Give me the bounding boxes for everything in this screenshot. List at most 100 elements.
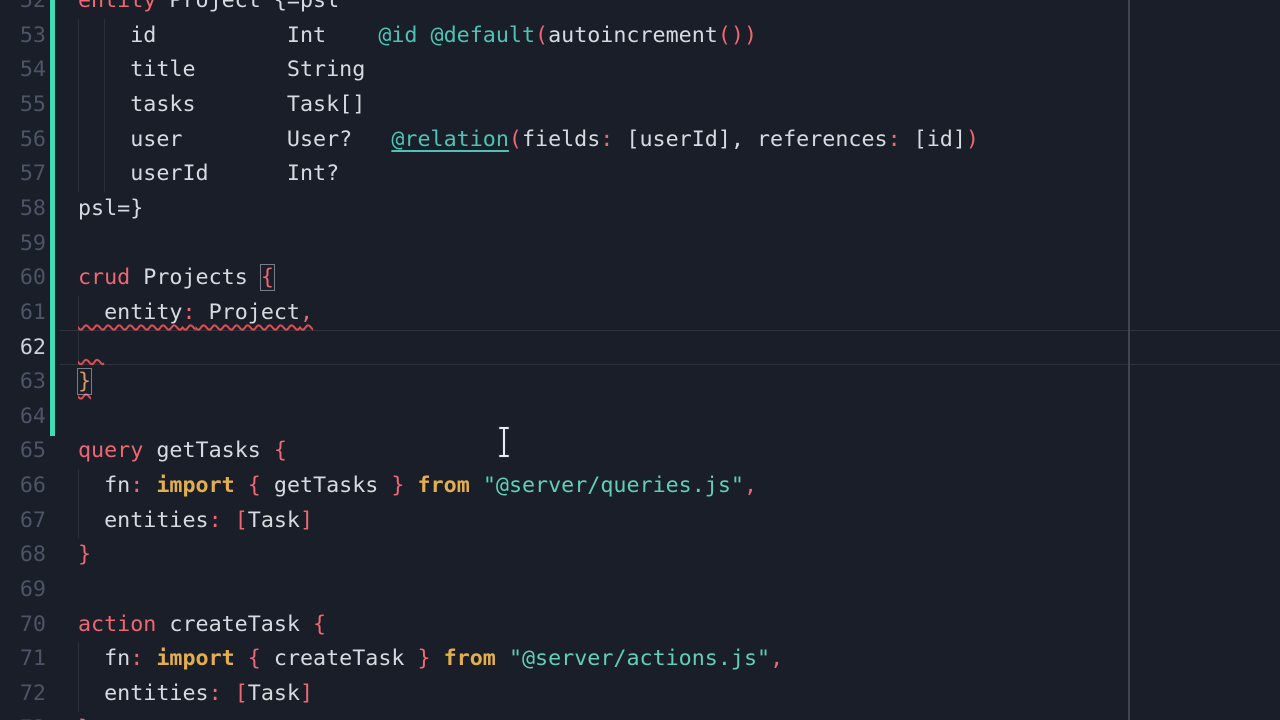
code-line[interactable]: 61 entity: Project, (0, 296, 1280, 331)
code-line[interactable]: 67 entities: [Task] (0, 504, 1280, 539)
token: : (888, 127, 901, 152)
token: from (418, 473, 470, 498)
token: getTasks (143, 438, 274, 463)
code-line[interactable]: 73} (0, 712, 1280, 720)
token: Project {=psl (156, 0, 339, 13)
token: autoincrement (548, 23, 718, 48)
code-text: query getTasks { (78, 434, 287, 469)
line-number[interactable]: 55 (0, 88, 46, 123)
code-line[interactable]: 52 entity Project {=psl (0, 0, 1280, 19)
token (496, 646, 509, 671)
code-line[interactable]: 71 fn: import { createTask } from "@serv… (0, 642, 1280, 677)
token: { (261, 265, 274, 290)
code-line[interactable]: 72 entities: [Task] (0, 677, 1280, 712)
token: entity (78, 0, 156, 13)
line-number[interactable]: 64 (0, 400, 46, 435)
token: entity (78, 300, 182, 325)
token: "@server/actions.js" (509, 646, 770, 671)
token: import (156, 646, 234, 671)
code-line[interactable]: 68} (0, 538, 1280, 573)
token: entities (78, 508, 209, 533)
token: : (209, 508, 222, 533)
token: action (78, 612, 156, 637)
code-text: entities: [Task] (78, 504, 313, 539)
token (222, 681, 235, 706)
line-number[interactable]: 60 (0, 261, 46, 296)
line-number[interactable]: 53 (0, 19, 46, 54)
code-text: } (78, 712, 91, 720)
line-number[interactable]: 72 (0, 677, 46, 712)
line-number[interactable]: 67 (0, 504, 46, 539)
line-number[interactable]: 73 (0, 712, 46, 720)
line-number[interactable]: 52 (0, 0, 46, 19)
token: ] (300, 508, 313, 533)
line-number[interactable]: 54 (0, 53, 46, 88)
token: @default (431, 23, 535, 48)
code-line[interactable]: 70action createTask { (0, 608, 1280, 643)
code-line[interactable]: 64 (0, 400, 1280, 435)
token (235, 646, 248, 671)
line-number[interactable]: 61 (0, 296, 46, 331)
code-text: entity: Project, (78, 296, 313, 331)
token: query (78, 438, 143, 463)
code-text: fn: import { createTask } from "@server/… (78, 642, 783, 677)
token: [ (235, 508, 248, 533)
code-line[interactable]: 53 id Int @id @default(autoincrement()) (0, 19, 1280, 54)
line-number[interactable]: 58 (0, 192, 46, 227)
token: crud (78, 265, 130, 290)
line-number[interactable]: 57 (0, 157, 46, 192)
line-number[interactable]: 62 (0, 331, 46, 366)
token: : (600, 127, 613, 152)
code-text: } (78, 538, 91, 573)
code-line[interactable]: 59 (0, 227, 1280, 262)
code-line[interactable]: 60 crud Projects { (0, 261, 1280, 296)
token: [ (235, 681, 248, 706)
token: { (313, 612, 326, 637)
line-number[interactable]: 63 (0, 365, 46, 400)
token: Project (196, 300, 300, 325)
line-number[interactable]: 70 (0, 608, 46, 643)
token: } (418, 646, 431, 671)
editor-ruler (1128, 0, 1130, 720)
code-text: tasks Task[] (78, 88, 365, 123)
code-line[interactable]: 58 psl=} (0, 192, 1280, 227)
token: id Int (78, 23, 378, 48)
token (470, 473, 483, 498)
line-number[interactable]: 56 (0, 123, 46, 158)
code-editor: 52entity Project {=psl53 id Int @id @def… (0, 0, 1280, 720)
code-line[interactable]: 69 (0, 573, 1280, 608)
token: ( (509, 127, 522, 152)
code-line[interactable]: 62 (0, 331, 1280, 366)
token: Projects (130, 265, 261, 290)
token: @id (378, 23, 417, 48)
token: , (770, 646, 783, 671)
line-number[interactable]: 66 (0, 469, 46, 504)
line-number[interactable]: 68 (0, 538, 46, 573)
token: user User? (78, 127, 391, 152)
code-line[interactable]: 65 query getTasks { (0, 434, 1280, 469)
token: title String (78, 57, 365, 82)
code-line[interactable]: 63} (0, 365, 1280, 400)
line-number[interactable]: 59 (0, 227, 46, 262)
code-line[interactable]: 56 user User? @relation(fields: [userId]… (0, 123, 1280, 158)
code-text: entity Project {=psl (78, 0, 339, 19)
token: entities (78, 681, 209, 706)
token: psl=} (78, 196, 143, 221)
token (417, 23, 430, 48)
token: getTasks (261, 473, 392, 498)
line-number[interactable]: 69 (0, 573, 46, 608)
code-line[interactable]: 57 userId Int? (0, 157, 1280, 192)
code-line[interactable]: 66 fn: import { getTasks } from "@server… (0, 469, 1280, 504)
token (235, 473, 248, 498)
token: createTask (261, 646, 418, 671)
token: : (130, 646, 143, 671)
code-line[interactable]: 54 title String (0, 53, 1280, 88)
line-number[interactable]: 65 (0, 434, 46, 469)
token: [id] (901, 127, 966, 152)
token (78, 335, 104, 360)
token: userId Int? (78, 161, 339, 186)
code-text: psl=} (78, 192, 143, 227)
token: "@server/queries.js" (483, 473, 744, 498)
code-line[interactable]: 55 tasks Task[] (0, 88, 1280, 123)
line-number[interactable]: 71 (0, 642, 46, 677)
